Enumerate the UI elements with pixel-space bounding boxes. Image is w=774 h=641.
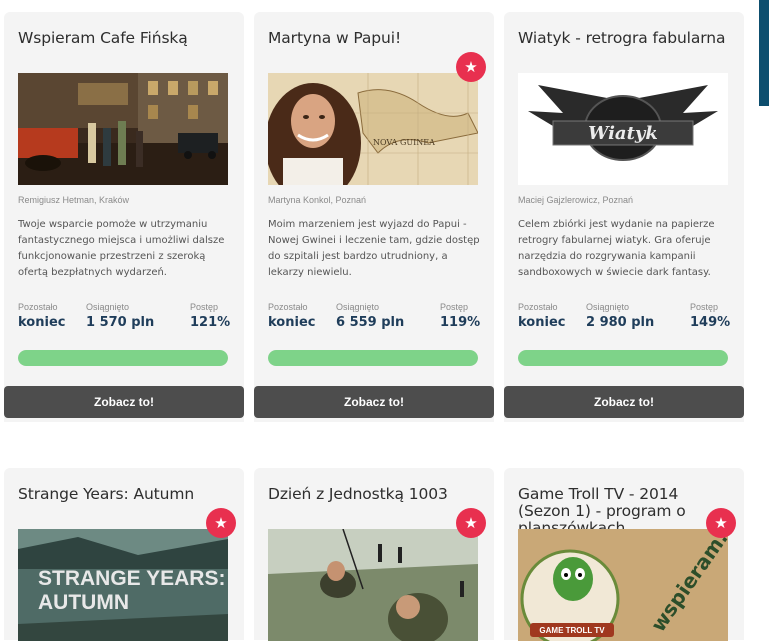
progress-bar: [518, 350, 728, 366]
project-card[interactable]: Wiatyk - retrogra fabularna Wiatyk Macie…: [504, 12, 744, 422]
project-title[interactable]: Strange Years: Autumn: [18, 486, 228, 503]
progress-value: 121%: [190, 315, 231, 330]
project-card[interactable]: Wspieram Cafe Fińską Remigiusz Hetman, K…: [4, 12, 244, 422]
progress-label: Postęp: [440, 302, 469, 312]
project-image[interactable]: Wiatyk: [518, 73, 728, 185]
project-image[interactable]: [18, 73, 228, 185]
remaining-label: Pozostało: [268, 302, 308, 312]
project-image[interactable]: [268, 529, 478, 641]
progress-bar-fill: [18, 350, 228, 366]
map-label: NOVA GUINEA: [373, 138, 435, 147]
project-description: Celem zbiórki jest wydanie na papierze r…: [518, 219, 715, 278]
progress-bar-fill: [268, 350, 478, 366]
project-title[interactable]: Wspieram Cafe Fińską: [18, 30, 228, 47]
project-card[interactable]: Martyna w Papui! NOVA GUINEA ★ Martyna K…: [254, 12, 494, 422]
featured-star-icon: ★: [706, 508, 736, 538]
scrollbar-thumb[interactable]: [759, 0, 769, 106]
progress-value: 149%: [690, 315, 731, 330]
project-title[interactable]: Wiatyk - retrogra fabularna: [518, 30, 728, 47]
project-author: Martyna Konkol, Poznań: [268, 195, 367, 205]
project-image[interactable]: GAME TROLL TV wspieram.to: [518, 529, 728, 641]
project-image[interactable]: STRANGE YEARS: AUTUMN: [18, 529, 228, 641]
progress-bar-fill: [518, 350, 728, 366]
raised-value: 1 570 pln: [86, 315, 155, 330]
project-image[interactable]: NOVA GUINEA: [268, 73, 478, 185]
progress-label: Postęp: [690, 302, 719, 312]
cover-text-1: STRANGE YEARS:: [38, 567, 225, 590]
featured-star-icon: ★: [456, 52, 486, 82]
view-project-button[interactable]: Zobacz to!: [254, 386, 494, 418]
project-card[interactable]: Strange Years: Autumn STRANGE YEARS: AUT…: [4, 468, 244, 641]
view-project-button[interactable]: Zobacz to!: [504, 386, 744, 418]
raised-label: Osiągnięto: [586, 302, 630, 312]
project-author: Remigiusz Hetman, Kraków: [18, 195, 130, 205]
remaining-label: Pozostało: [18, 302, 58, 312]
raised-value: 2 980 pln: [586, 315, 655, 330]
raised-label: Osiągnięto: [336, 302, 380, 312]
project-author: Maciej Gajzlerowicz, Poznań: [518, 195, 634, 205]
remaining-value: koniec: [518, 315, 566, 330]
project-title[interactable]: Martyna w Papui!: [268, 30, 478, 47]
progress-label: Postęp: [190, 302, 219, 312]
view-project-button[interactable]: Zobacz to!: [4, 386, 244, 418]
project-card[interactable]: Dzień z Jednostką 1003 ★: [254, 468, 494, 641]
raised-label: Osiągnięto: [86, 302, 130, 312]
project-card[interactable]: Game Troll TV - 2014 (Sezon 1) - program…: [504, 468, 744, 641]
progress-bar: [18, 350, 228, 366]
game-troll-logo-text: GAME TROLL TV: [539, 626, 605, 635]
project-description: Moim marzeniem jest wyjazd do Papui - No…: [268, 219, 480, 278]
featured-star-icon: ★: [206, 508, 236, 538]
featured-star-icon: ★: [456, 508, 486, 538]
remaining-value: koniec: [18, 315, 66, 330]
cover-text-2: AUTUMN: [38, 591, 129, 614]
project-description: Twoje wsparcie pomoże w utrzymaniu fanta…: [18, 219, 225, 278]
remaining-value: koniec: [268, 315, 316, 330]
progress-value: 119%: [440, 315, 481, 330]
raised-value: 6 559 pln: [336, 315, 405, 330]
remaining-label: Pozostało: [518, 302, 558, 312]
project-title[interactable]: Dzień z Jednostką 1003: [268, 486, 478, 503]
wiatyk-logo-text: Wiatyk: [588, 123, 658, 144]
progress-bar: [268, 350, 478, 366]
